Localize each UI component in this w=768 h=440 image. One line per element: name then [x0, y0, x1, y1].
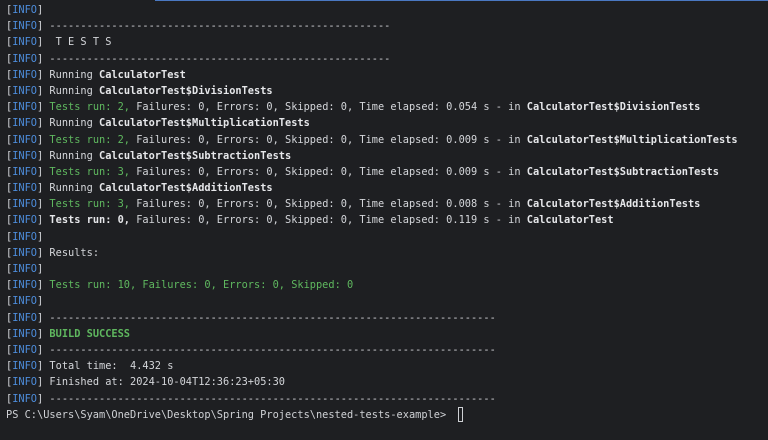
test-class: CalculatorTest$MultiplicationTests — [526, 133, 738, 146]
info-tag: INFO — [12, 230, 38, 243]
log-line: [INFO] Tests run: 3, Failures: 0, Errors… — [6, 165, 719, 178]
test-class: CalculatorTest$SubtractionTests — [99, 149, 292, 162]
test-class: CalculatorTest — [526, 214, 614, 227]
info-tag: INFO — [12, 165, 38, 178]
log-line: [INFO] ---------------------------------… — [6, 311, 496, 324]
test-class: CalculatorTest — [99, 68, 186, 81]
info-tag: INFO — [12, 376, 38, 389]
log-line: [INFO] ---------------------------------… — [6, 392, 496, 405]
info-tag: INFO — [12, 392, 38, 405]
terminal-window[interactable]: [INFO] [INFO] --------------------------… — [0, 0, 768, 440]
finished-at: Finished at: 2024-10-04T12:36:23+05:30 — [43, 376, 285, 389]
log-line: [INFO] Results: — [6, 246, 100, 259]
tests-run-count: Tests run: 2, — [43, 133, 131, 146]
info-tag: INFO — [12, 279, 38, 292]
test-class: CalculatorTest$DivisionTests — [526, 101, 701, 114]
info-tag: INFO — [12, 263, 38, 275]
separator: ----------------------------------------… — [43, 392, 496, 405]
prompt-path: PS C:\Users\Syam\OneDrive\Desktop\Spring… — [6, 408, 453, 421]
info-tag: INFO — [12, 68, 38, 81]
log-line: [INFO] Running CalculatorTest$DivisionTe… — [6, 84, 273, 97]
info-tag: INFO — [12, 327, 38, 340]
info-tag: INFO — [12, 311, 38, 324]
info-tag: INFO — [12, 198, 38, 211]
info-tag: INFO — [12, 149, 38, 162]
results-heading: Results: — [43, 246, 100, 259]
log-line: [INFO] Running CalculatorTest$Subtractio… — [6, 149, 292, 162]
log-line: [INFO] Tests run: 3, Failures: 0, Errors… — [6, 198, 701, 211]
log-line: [INFO] ---------------------------------… — [6, 20, 391, 33]
separator: ----------------------------------------… — [43, 311, 496, 324]
info-tag: INFO — [12, 84, 38, 97]
log-line: [INFO] — [6, 295, 44, 308]
log-line: [INFO] Tests run: 10, Failures: 0, Error… — [6, 279, 354, 292]
log-line: [INFO] Tests run: 0, Failures: 0, Errors… — [6, 214, 614, 227]
info-tag: INFO — [12, 182, 38, 195]
results-summary: Tests run: 10, Failures: 0, Errors: 0, S… — [43, 279, 354, 292]
separator: ----------------------------------------… — [43, 20, 391, 33]
command-prompt-line[interactable]: PS C:\Users\Syam\OneDrive\Desktop\Spring… — [6, 407, 768, 423]
tests-run-count: Tests run: 3, — [43, 198, 131, 211]
info-tag: INFO — [12, 343, 38, 356]
separator: ----------------------------------------… — [43, 52, 391, 65]
tests-run-count: Tests run: 2, — [43, 101, 131, 114]
test-class: CalculatorTest$AdditionTests — [99, 182, 273, 195]
log-line: [INFO] — [6, 263, 44, 275]
info-tag: INFO — [12, 117, 38, 130]
log-line: [INFO] T E S T S — [6, 36, 112, 49]
test-class: CalculatorTest$AdditionTests — [526, 198, 701, 211]
info-tag: INFO — [12, 52, 38, 65]
info-tag: INFO — [12, 214, 38, 227]
log-line: [INFO] ---------------------------------… — [6, 343, 496, 356]
tests-run-count: Tests run: 3, — [43, 165, 131, 178]
info-tag: INFO — [12, 20, 38, 33]
build-status: BUILD SUCCESS — [43, 327, 131, 340]
separator: ----------------------------------------… — [43, 343, 496, 356]
tests-heading: T E S T S — [43, 36, 112, 49]
log-line: [INFO] BUILD SUCCESS — [6, 327, 131, 340]
tests-run-count: Tests run: 0, — [43, 214, 131, 227]
info-tag: INFO — [12, 360, 38, 373]
log-line: [INFO] Running CalculatorTest$Multiplica… — [6, 117, 310, 130]
info-tag: INFO — [12, 4, 38, 16]
log-line: [INFO] Running CalculatorTest — [6, 68, 186, 81]
test-class: CalculatorTest$DivisionTests — [99, 84, 273, 97]
info-tag: INFO — [12, 36, 38, 49]
log-line: [INFO] Finished at: 2024-10-04T12:36:23+… — [6, 376, 285, 389]
log-line: [INFO] Running CalculatorTest$AdditionTe… — [6, 182, 273, 195]
log-line: [INFO] Total time: 4.432 s — [6, 360, 174, 373]
test-class: CalculatorTest$SubtractionTests — [526, 165, 719, 178]
log-line: [INFO] — [6, 4, 44, 16]
top-border — [155, 0, 768, 1]
log-line: [INFO] Tests run: 2, Failures: 0, Errors… — [6, 101, 701, 114]
info-tag: INFO — [12, 295, 38, 308]
log-line: [INFO] — [6, 230, 44, 243]
info-tag: INFO — [12, 246, 38, 259]
info-tag: INFO — [12, 101, 38, 114]
test-class: CalculatorTest$MultiplicationTests — [99, 117, 310, 130]
text-cursor — [458, 407, 464, 423]
log-line: [INFO] Tests run: 2, Failures: 0, Errors… — [6, 133, 738, 146]
log-line: [INFO] ---------------------------------… — [6, 52, 391, 65]
total-time: Total time: 4.432 s — [43, 360, 174, 373]
info-tag: INFO — [12, 133, 38, 146]
